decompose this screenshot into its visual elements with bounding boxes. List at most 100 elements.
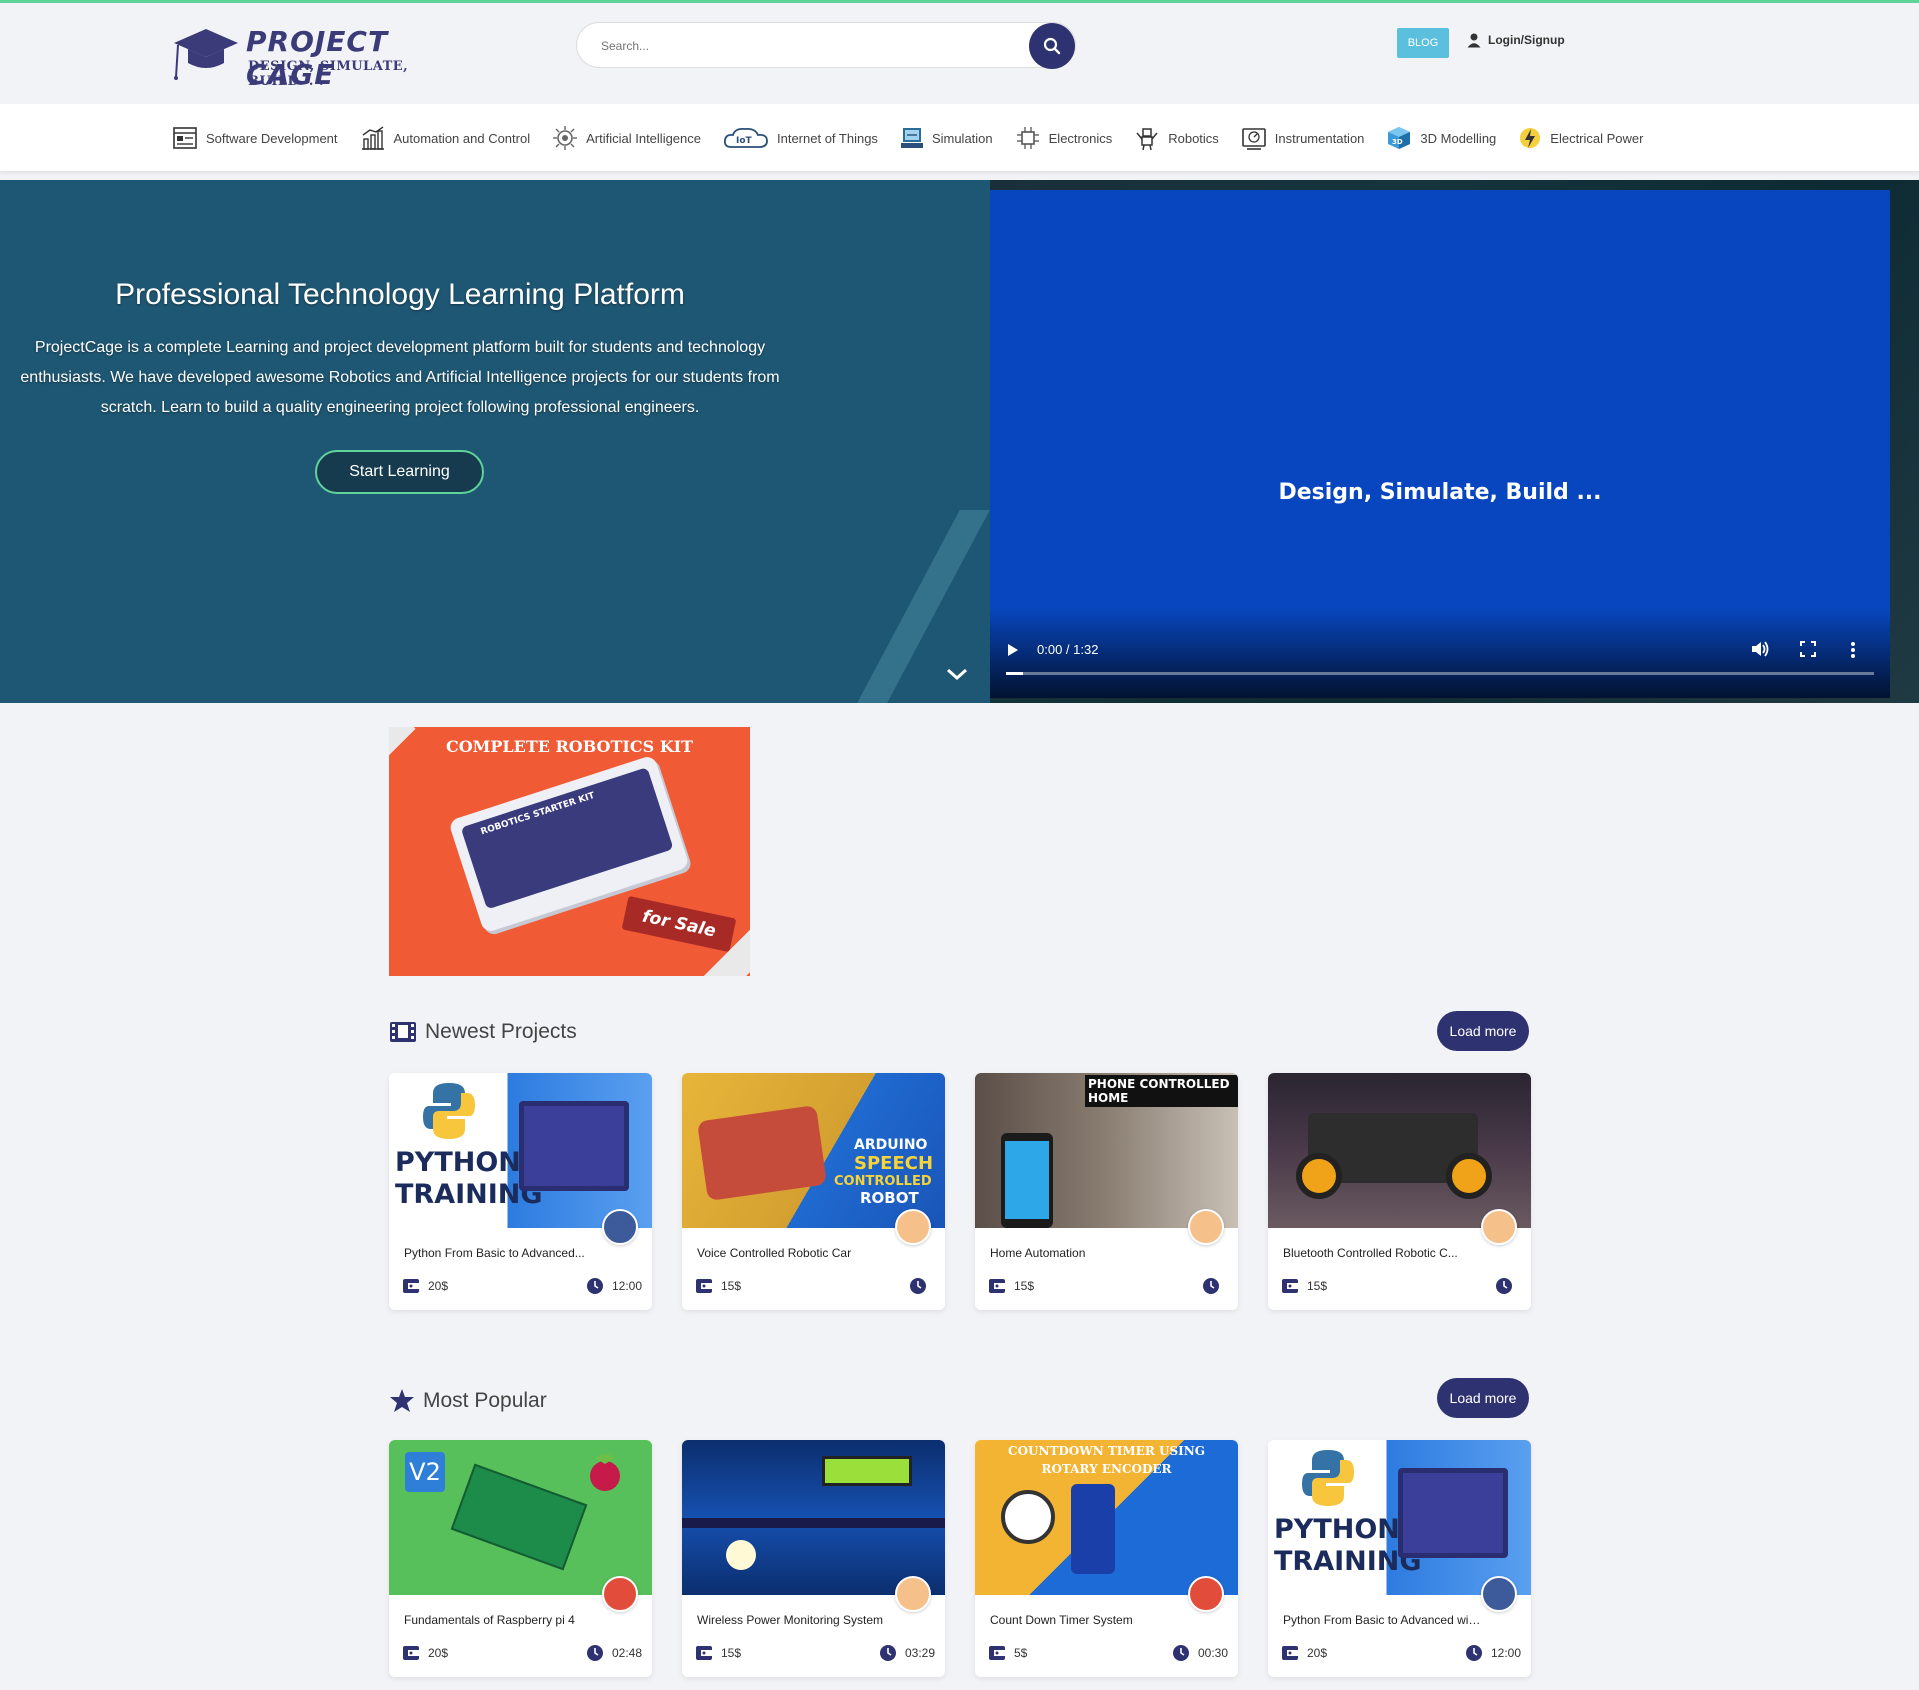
kit-label: ROBOTICS STARTER KIT xyxy=(479,790,597,838)
popular-load-more-button[interactable]: Load more xyxy=(1437,1378,1529,1418)
light-bulb xyxy=(726,1540,756,1570)
thumbnail-text: PYTHON xyxy=(395,1147,521,1178)
project-title: Voice Controlled Robotic Car xyxy=(697,1246,852,1260)
logo[interactable]: PROJECT CAGE DESIGN, SIMULATE, BUILD. . … xyxy=(170,19,460,91)
category-electronics[interactable]: Electronics xyxy=(1015,123,1113,153)
graduation-cap-icon xyxy=(174,29,238,80)
more-options-icon[interactable] xyxy=(1850,641,1856,659)
instructor-avatar xyxy=(895,1576,931,1612)
category-electrical-power[interactable]: Electrical Power xyxy=(1518,123,1643,153)
project-duration: 12:00 xyxy=(586,1277,642,1295)
login-signup-link[interactable]: Login/Signup xyxy=(1466,32,1565,48)
category-label: Artificial Intelligence xyxy=(586,130,701,146)
category-internet-of-things[interactable]: IoT Internet of Things xyxy=(723,123,878,153)
category-instrumentation[interactable]: Instrumentation xyxy=(1241,123,1365,153)
price-value: 15$ xyxy=(721,1646,742,1660)
category-robotics[interactable]: Robotics xyxy=(1134,123,1219,153)
volume-icon[interactable] xyxy=(1750,640,1770,658)
hero-section: Professional Technology Learning Platfor… xyxy=(0,180,1919,703)
clock-icon xyxy=(1203,1278,1219,1294)
wallet-icon xyxy=(696,1646,712,1660)
hero-title: Professional Technology Learning Platfor… xyxy=(115,278,685,311)
project-card[interactable]: ARDUINO SPEECH CONTROLLED ROBOT Voice Co… xyxy=(682,1073,945,1310)
video-progress-bar[interactable] xyxy=(1006,672,1874,675)
start-learning-button[interactable]: Start Learning xyxy=(315,450,484,494)
project-price: 15$ xyxy=(1281,1277,1327,1295)
film-icon xyxy=(390,1022,416,1042)
iot-icon: IoT xyxy=(723,127,768,148)
category-label: 3D Modelling xyxy=(1420,130,1497,146)
category-label: Robotics xyxy=(1168,130,1219,146)
project-title: Count Down Timer System xyxy=(990,1613,1133,1627)
project-price: 20$ xyxy=(402,1644,448,1662)
newest-load-more-button[interactable]: Load more xyxy=(1437,1011,1529,1051)
project-thumbnail: PYTHON TRAINING xyxy=(1268,1440,1531,1595)
project-card[interactable]: PHONE CONTROLLED HOME Home Automation 15… xyxy=(975,1073,1238,1310)
clock-icon xyxy=(879,1645,896,1661)
blog-button[interactable]: BLOG xyxy=(1397,28,1449,58)
instructor-avatar xyxy=(1481,1576,1517,1612)
duration-value: 12:00 xyxy=(1490,1646,1521,1660)
project-card[interactable]: PYTHON TRAINING Python From Basic to Adv… xyxy=(1268,1440,1531,1677)
project-duration: 02:48 xyxy=(586,1644,642,1662)
project-thumbnail: PYTHON TRAINING xyxy=(389,1073,652,1228)
thumbnail-text: SPEECH xyxy=(854,1153,934,1174)
vnc-logo-icon: V2 xyxy=(405,1452,445,1492)
duration-value: 02:48 xyxy=(611,1646,642,1660)
category-simulation[interactable]: Simulation xyxy=(900,123,993,153)
phone-illustration xyxy=(1001,1133,1053,1228)
duration-value: 03:29 xyxy=(904,1646,935,1660)
for-sale-tag: for Sale xyxy=(621,895,737,953)
project-card[interactable]: PYTHON TRAINING Python From Basic to Adv… xyxy=(389,1073,652,1310)
category-label: Electronics xyxy=(1048,130,1113,146)
play-icon[interactable] xyxy=(1006,642,1020,658)
thumbnail-text: COUNTDOWN TIMER USING xyxy=(1008,1444,1205,1458)
price-value: 5$ xyxy=(1014,1646,1028,1660)
category-label: Instrumentation xyxy=(1274,130,1365,146)
category-nav: Software Development Automation and Cont… xyxy=(0,104,1919,172)
simulation-icon xyxy=(900,128,923,148)
category-label: Automation and Control xyxy=(393,130,531,146)
category-label: Internet of Things xyxy=(777,130,878,146)
project-thumbnail: COUNTDOWN TIMER USING ROTARY ENCODER xyxy=(975,1440,1238,1595)
category-automation-and-control[interactable]: Automation and Control xyxy=(360,123,531,153)
software-icon xyxy=(173,127,197,149)
search-button[interactable] xyxy=(1029,23,1075,69)
python-logo-icon xyxy=(1302,1450,1354,1506)
project-card[interactable]: V2 Fundamentals of Raspberry pi 4 20$ 02… xyxy=(389,1440,652,1677)
instructor-avatar xyxy=(1188,1576,1224,1612)
project-duration: 12:00 xyxy=(1465,1644,1521,1662)
section-title: Most Popular xyxy=(423,1389,547,1412)
thumbnail-text: CONTROLLED xyxy=(834,1174,932,1189)
clock-icon xyxy=(1496,1278,1512,1294)
most-popular-heading: Most Popular xyxy=(389,1388,547,1414)
section-title: Newest Projects xyxy=(425,1020,577,1043)
promo-title: COMPLETE ROBOTICS KIT xyxy=(445,737,694,756)
project-thumbnail: ARDUINO SPEECH CONTROLLED ROBOT xyxy=(682,1073,945,1228)
instructor-avatar xyxy=(602,1576,638,1612)
category-artificial-intelligence[interactable]: Artificial Intelligence xyxy=(552,123,701,153)
project-duration: 00:30 xyxy=(1172,1644,1228,1662)
project-title: Bluetooth Controlled Robotic C... xyxy=(1283,1246,1458,1260)
raspberry-logo-icon xyxy=(590,1454,620,1491)
wallet-icon xyxy=(696,1279,712,1293)
automation-icon xyxy=(361,126,384,150)
instructor-avatar xyxy=(602,1209,638,1245)
price-value: 15$ xyxy=(1014,1279,1035,1293)
project-card[interactable]: COUNTDOWN TIMER USING ROTARY ENCODER Cou… xyxy=(975,1440,1238,1677)
category-software-development[interactable]: Software Development xyxy=(172,123,338,153)
category-3d-modelling[interactable]: 3D 3D Modelling xyxy=(1386,123,1496,153)
search-input[interactable] xyxy=(601,35,1001,57)
chevron-down-icon[interactable] xyxy=(944,666,970,682)
intro-video-player[interactable]: Design, Simulate, Build ... 0:00 / 1:32 xyxy=(990,190,1890,698)
project-duration: 03:29 xyxy=(879,1644,935,1662)
clock-icon xyxy=(586,1278,603,1294)
brand-tagline: DESIGN, SIMULATE, BUILD. . . xyxy=(248,59,409,89)
fullscreen-icon[interactable] xyxy=(1800,641,1816,657)
project-card[interactable]: Bluetooth Controlled Robotic C... 15$ xyxy=(1268,1073,1531,1310)
wallet-icon xyxy=(989,1279,1005,1293)
power-cable xyxy=(682,1518,945,1528)
project-thumbnail: PHONE CONTROLLED HOME xyxy=(975,1073,1238,1228)
robotics-kit-promo-banner[interactable]: COMPLETE ROBOTICS KIT ROBOTICS STARTER K… xyxy=(389,727,750,976)
project-card[interactable]: Wireless Power Monitoring System 15$ 03:… xyxy=(682,1440,945,1677)
